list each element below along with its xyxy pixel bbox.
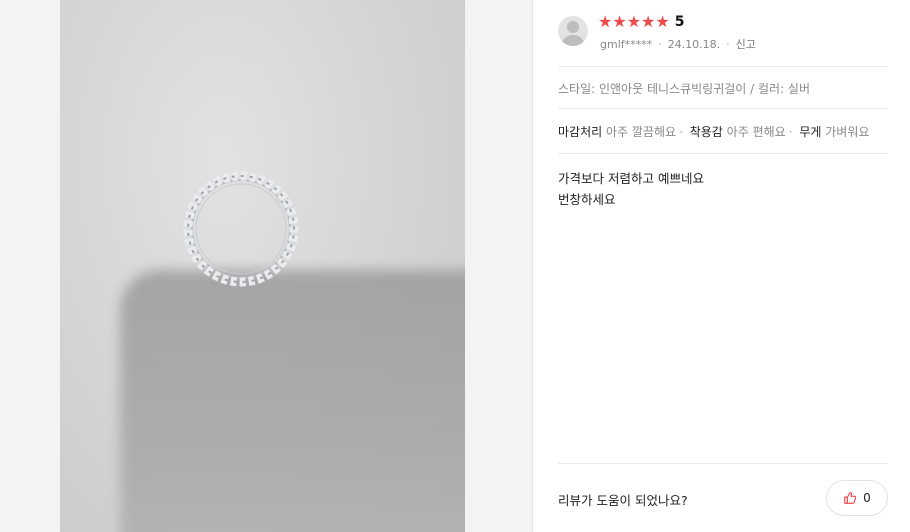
review-body-line: 번창하세요: [558, 192, 616, 207]
user-avatar-icon: [558, 16, 588, 46]
review-photo[interactable]: [60, 0, 465, 532]
like-button[interactable]: 0: [826, 480, 888, 516]
report-link[interactable]: 신고: [736, 36, 756, 52]
review-meta: gmlf***** · 24.10.18. · 신고: [600, 36, 756, 52]
divider: [558, 153, 888, 154]
rating-score: 5: [674, 14, 685, 30]
review-attributes: 마감처리 아주 깔끔해요 · 착용감 아주 편해요 · 무게 가벼워요: [558, 125, 870, 139]
review-date: 24.10.18.: [667, 37, 721, 51]
review-body-line: 가격보다 저렴하고 예쁘네요: [558, 171, 704, 186]
photo-panel: [0, 0, 533, 532]
star-icon: ★: [655, 12, 670, 31]
like-count: 0: [863, 491, 871, 505]
helpful-question: 리뷰가 도움이 되었나요?: [558, 493, 688, 508]
review-panel: ★ ★ ★ ★ ★ 5 gmlf***** · 24.10.18. · 신고 스…: [534, 0, 910, 532]
username: gmlf*****: [600, 37, 653, 51]
star-icon: ★: [641, 12, 656, 31]
star-icon: ★: [626, 12, 642, 31]
review-body: 가격보다 저렴하고 예쁘네요 번창하세요: [558, 168, 704, 210]
earring-image: [183, 171, 299, 287]
purchase-option: 스타일: 인앤아웃 테니스큐빅링귀걸이 / 컬러: 실버: [558, 82, 811, 96]
divider: [558, 463, 888, 464]
rating: ★ ★ ★ ★ ★ 5: [598, 12, 684, 32]
star-icon: ★: [612, 12, 627, 31]
divider: [558, 108, 888, 109]
divider: [558, 66, 888, 67]
thumbs-up-icon: [844, 492, 857, 504]
star-icon: ★: [598, 12, 613, 31]
